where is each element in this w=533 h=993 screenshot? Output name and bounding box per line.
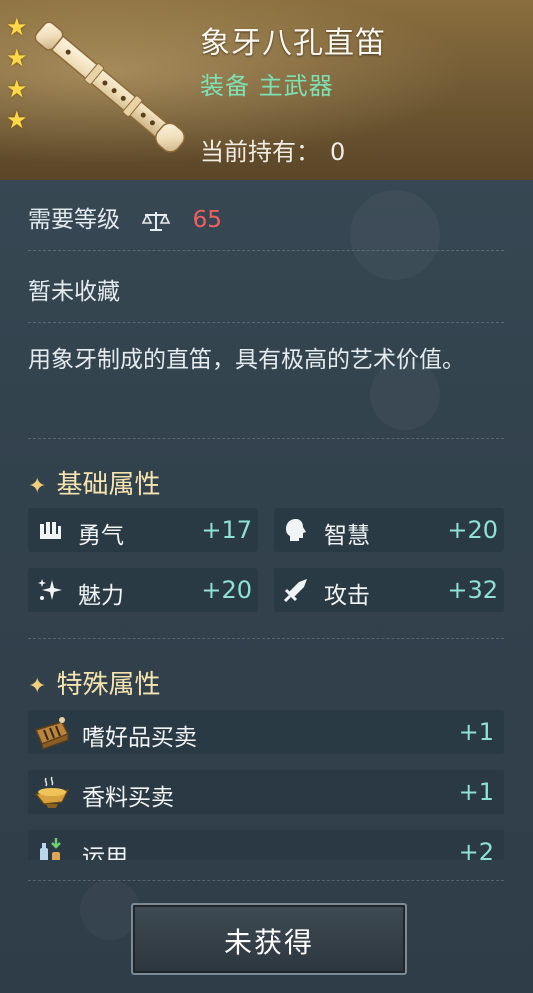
sparkle-icon: ✦ (28, 474, 47, 499)
base-attributes-title: ✦ 基础属性 (28, 470, 161, 500)
ivory-flute-image (34, 21, 186, 153)
divider (28, 250, 504, 251)
star-icon: ★ (6, 106, 28, 134)
divider (28, 322, 504, 323)
special-attributes-title: ✦ 特殊属性 (28, 670, 161, 700)
special-attr-row: 香料买卖 +1 (28, 770, 504, 814)
bottles-icon (40, 838, 61, 860)
stat-value: +20 (447, 516, 498, 544)
stat-label: 智慧 (324, 523, 370, 549)
stat-value: +20 (201, 576, 252, 604)
courage-icon (40, 522, 61, 539)
stat-wisdom: 智慧 +20 (274, 508, 504, 552)
stat-label: 魅力 (78, 583, 124, 609)
background-decoration (350, 190, 440, 280)
rarity-stars: ★ ★ ★ ★ (6, 12, 28, 136)
special-attr-label: 嗜好品买卖 (82, 725, 197, 751)
held-count: 0 (330, 138, 346, 166)
item-description: 用象牙制成的直笛，具有极高的艺术价值。 (28, 347, 465, 373)
item-header: ★ ★ ★ ★ 象牙八孔直笛 装备 主武器 当前持有： 0 (0, 0, 533, 180)
special-attr-row: 运用 +2 (28, 830, 504, 860)
item-detail-panel: ★ ★ ★ ★ 象牙八孔直笛 装备 主武器 当前持有： 0 需要等级 65 暂未收… (0, 0, 533, 993)
special-attr-value: +1 (458, 718, 494, 746)
special-attr-row: 嗜好品买卖 +1 (28, 710, 504, 754)
special-attr-value: +2 (458, 838, 494, 860)
special-attr-label: 运用 (82, 845, 128, 860)
luxury-goods-crate-icon (34, 717, 70, 750)
button-label: 未获得 (223, 926, 314, 959)
stat-charm: 魅力 +20 (28, 568, 258, 612)
sparkle-charm-icon (38, 579, 62, 600)
item-type: 装备 主武器 (200, 72, 334, 100)
special-attributes-list[interactable]: 嗜好品买卖 +1 香料买卖 +1 运用 +2 (0, 700, 533, 860)
star-icon: ★ (6, 44, 28, 72)
sparkle-icon: ✦ (28, 674, 47, 699)
requirement-label: 需要等级 (28, 207, 120, 233)
divider (28, 880, 504, 881)
special-attr-label: 香料买卖 (82, 785, 174, 811)
star-icon: ★ (6, 13, 28, 41)
required-level: 65 (192, 207, 222, 233)
stat-value: +32 (447, 576, 498, 604)
level-requirement: 需要等级 65 (28, 200, 222, 234)
sword-icon (283, 579, 307, 603)
special-attr-value: +1 (458, 778, 494, 806)
stat-label: 勇气 (78, 523, 124, 549)
item-name: 象牙八孔直笛 (200, 26, 386, 61)
wisdom-head-icon (286, 519, 306, 541)
stat-label: 攻击 (324, 583, 370, 609)
star-icon: ★ (6, 75, 28, 103)
spice-bowl-icon (34, 776, 70, 808)
stat-attack: 攻击 +32 (274, 568, 504, 612)
held-label: 当前持有： (200, 138, 320, 166)
held-count-row: 当前持有： 0 (200, 132, 345, 167)
scale-icon (142, 211, 171, 231)
divider (28, 638, 504, 639)
stat-courage: 勇气 +17 (28, 508, 258, 552)
divider (28, 438, 504, 439)
not-obtained-button[interactable]: 未获得 (131, 903, 407, 975)
collection-status: 暂未收藏 (28, 279, 120, 305)
stat-value: +17 (201, 516, 252, 544)
